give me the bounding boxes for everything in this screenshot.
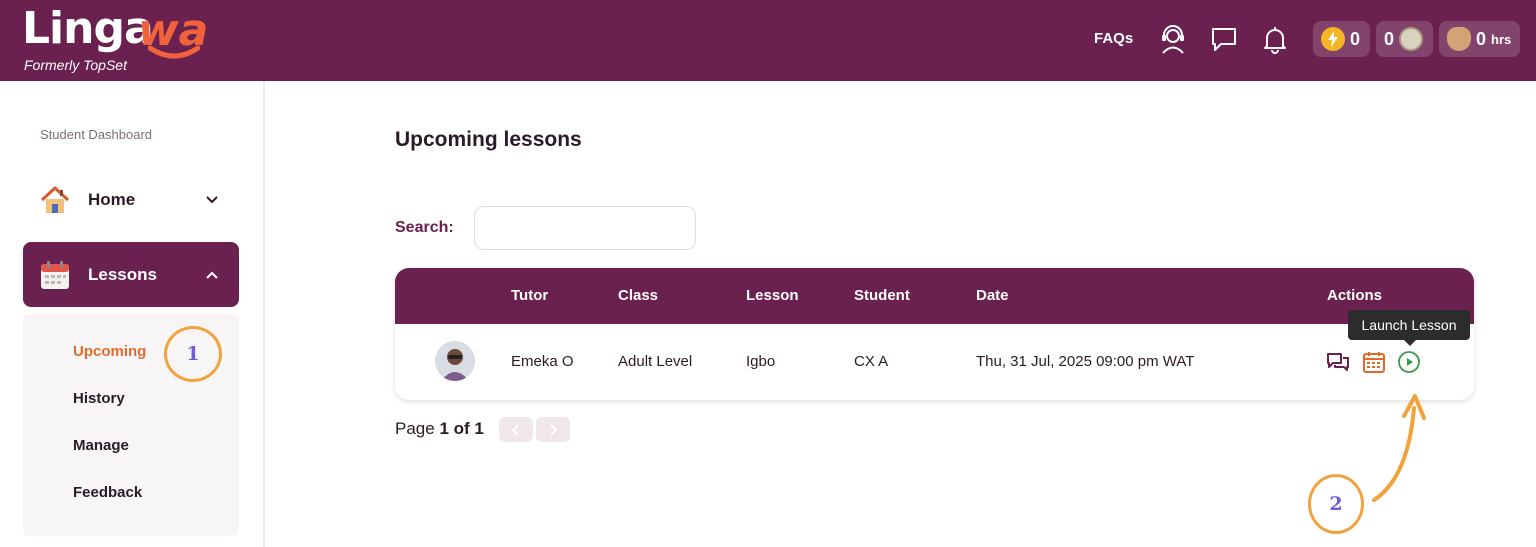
cell-lesson: Igbo	[746, 353, 776, 370]
annotation-step-2: 2	[1308, 474, 1364, 534]
lightning-coin-icon	[1321, 27, 1345, 51]
sidebar-item-label: Home	[88, 190, 136, 209]
sidebar-section-label: Student Dashboard	[40, 127, 153, 142]
message-tutor-icon[interactable]	[1326, 350, 1350, 374]
submenu-item-history[interactable]: History	[73, 390, 125, 407]
next-page-button[interactable]	[536, 417, 570, 442]
chat-icon[interactable]	[1209, 24, 1239, 54]
sidebar-item-label: Lessons	[88, 264, 157, 284]
bell-icon[interactable]	[1260, 24, 1290, 54]
cell-student: CX A	[854, 353, 889, 370]
cell-date: Thu, 31 Jul, 2025 09:00 pm WAT	[976, 353, 1195, 370]
sidebar-item-home[interactable]: Home	[23, 174, 239, 226]
tokens-stat[interactable]: 0	[1376, 21, 1433, 57]
chevron-up-icon[interactable]	[205, 268, 219, 282]
reschedule-calendar-icon[interactable]	[1362, 350, 1386, 374]
faqs-link[interactable]: FAQs	[1094, 30, 1133, 47]
column-header-actions: Actions	[1327, 287, 1383, 304]
column-header-class: Class	[618, 287, 659, 304]
logo-subtitle: Formerly TopSet	[24, 57, 127, 73]
column-header-tutor: Tutor	[511, 287, 549, 304]
lessons-table: Tutor Class Lesson Student Date Actions …	[395, 268, 1474, 400]
launch-lesson-tooltip: Launch Lesson	[1348, 310, 1470, 346]
search-label: Search:	[395, 219, 454, 236]
chevron-down-icon[interactable]	[205, 193, 219, 207]
page-title: Upcoming lessons	[395, 128, 582, 151]
energy-stat[interactable]: 0	[1313, 21, 1370, 57]
chevron-right-icon	[550, 423, 558, 436]
column-header-student: Student	[854, 287, 910, 304]
calendar-icon	[41, 260, 69, 289]
house-icon	[40, 186, 70, 213]
tutor-avatar	[435, 341, 475, 381]
tokens-value: 0	[1384, 28, 1395, 49]
prev-page-button[interactable]	[499, 417, 533, 442]
pagination-label: Page 1 of 1	[395, 419, 484, 438]
submenu-item-upcoming[interactable]: Upcoming	[73, 343, 146, 360]
submenu-item-feedback[interactable]: Feedback	[73, 484, 142, 501]
hours-value: 0	[1476, 28, 1487, 49]
hours-stat[interactable]: 0 hrs	[1439, 21, 1520, 57]
sidebar: Student Dashboard Home Lessons Upcoming …	[0, 81, 265, 547]
money-bag-icon	[1447, 27, 1471, 51]
table-header: Tutor Class Lesson Student Date Actions	[395, 268, 1474, 324]
cell-class: Adult Level	[618, 353, 693, 370]
search-input[interactable]	[474, 206, 696, 250]
energy-value: 0	[1350, 28, 1361, 49]
cell-tutor: Emeka O	[511, 353, 574, 370]
column-header-date: Date	[976, 287, 1009, 304]
support-headset-icon[interactable]	[1158, 24, 1188, 54]
chevron-left-icon	[511, 423, 519, 436]
logo-text: Linga	[22, 3, 154, 54]
top-header: Linga wa Formerly TopSet FAQs 0 0 0 hrs	[0, 0, 1536, 81]
annotation-step-1: 1	[164, 326, 222, 382]
token-icon	[1399, 27, 1424, 51]
pagination-current: 1 of 1	[439, 419, 484, 438]
hours-unit: hrs	[1491, 31, 1512, 47]
sidebar-item-lessons[interactable]: Lessons	[23, 242, 239, 307]
submenu-item-manage[interactable]: Manage	[73, 437, 129, 454]
logo[interactable]: Linga wa Formerly TopSet	[22, 4, 212, 74]
annotation-arrow-icon	[1372, 394, 1426, 502]
column-header-lesson: Lesson	[746, 287, 799, 304]
logo-smile-icon	[148, 45, 200, 59]
launch-lesson-icon[interactable]	[1397, 350, 1421, 374]
